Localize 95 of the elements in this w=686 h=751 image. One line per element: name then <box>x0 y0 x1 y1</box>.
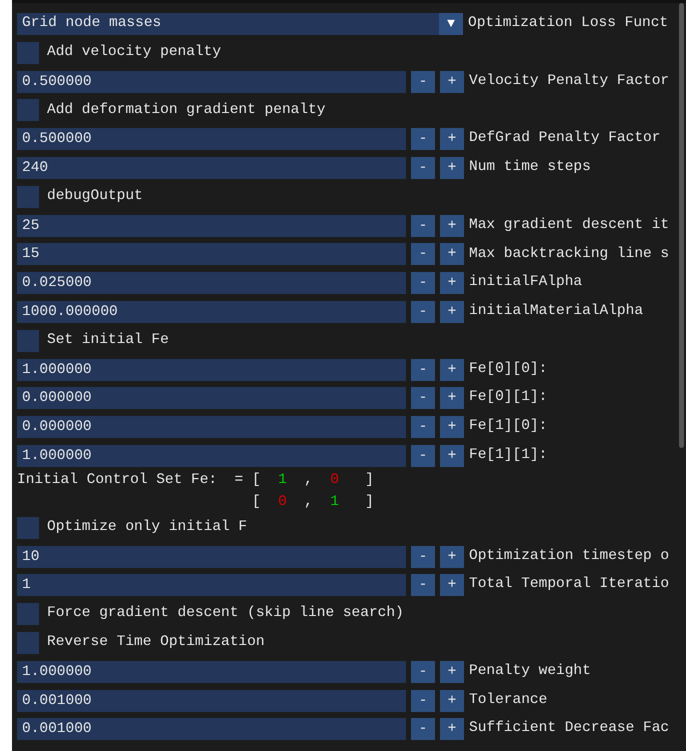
matrix-value: 1 <box>278 472 287 488</box>
checkbox-label: Add velocity penalty <box>47 42 222 62</box>
checkbox[interactable] <box>17 516 39 539</box>
increment-button[interactable]: + <box>440 546 464 568</box>
bracket: [ <box>252 472 261 488</box>
comma: , <box>304 472 313 488</box>
input-field[interactable]: 0.001000 <box>17 690 406 712</box>
checkbox[interactable] <box>17 603 39 626</box>
dropdown-arrow-button[interactable]: ▼ <box>439 13 463 35</box>
field-label: initialMaterialAlpha <box>469 302 644 322</box>
input-field[interactable]: 25 <box>17 214 406 237</box>
field-label: Total Temporal Iteratio <box>469 575 670 594</box>
decrement-button[interactable]: - <box>411 387 435 410</box>
decrement-button[interactable]: - <box>411 243 435 266</box>
increment-button[interactable]: + <box>440 156 464 179</box>
decrement-button[interactable]: - <box>411 718 435 740</box>
increment-button[interactable]: + <box>440 300 464 323</box>
input-field[interactable]: 0.025000 <box>17 272 406 294</box>
field-label: Sufficient Decrease Fac <box>469 719 670 738</box>
increment-button[interactable]: + <box>440 718 464 740</box>
field-label: Fe[0][1]: <box>469 388 548 408</box>
field-label: Optimization timestep o <box>469 546 670 566</box>
input-field[interactable]: 0.500000 <box>17 128 406 150</box>
input-field[interactable]: 1000.000000 <box>17 300 406 323</box>
decrement-button[interactable]: - <box>411 546 435 568</box>
input-field[interactable]: 1.000000 <box>17 358 406 381</box>
checkbox[interactable] <box>17 99 39 122</box>
decrement-button[interactable]: - <box>411 272 435 294</box>
input-field[interactable]: 1 <box>17 574 406 596</box>
matrix-label: Initial Control Set Fe: <box>17 472 218 488</box>
checkbox[interactable] <box>17 632 39 654</box>
dropdown[interactable]: Grid node masses ▼ <box>17 13 463 35</box>
increment-button[interactable]: + <box>440 214 464 237</box>
decrement-button[interactable]: - <box>411 690 435 712</box>
decrement-button[interactable]: - <box>411 156 435 179</box>
field-label: Num time steps <box>469 158 591 178</box>
increment-button[interactable]: + <box>440 272 464 294</box>
decrement-button[interactable]: - <box>411 214 435 237</box>
checkbox-label: debugOutput <box>47 186 143 206</box>
increment-button[interactable]: + <box>440 387 464 410</box>
decrement-button[interactable]: - <box>411 660 435 683</box>
input-field[interactable]: 15 <box>17 243 406 266</box>
field-label: Penalty weight <box>469 662 591 681</box>
decrement-button[interactable]: - <box>411 128 435 150</box>
field-label: initialFAlpha <box>469 273 582 292</box>
input-field[interactable]: 240 <box>17 156 406 179</box>
field-label: Fe[0][0]: <box>469 360 548 379</box>
input-field[interactable]: 0.001000 <box>17 718 406 740</box>
increment-button[interactable]: + <box>440 690 464 712</box>
checkbox[interactable] <box>17 42 39 64</box>
increment-button[interactable]: + <box>440 444 464 467</box>
increment-button[interactable]: + <box>440 358 464 381</box>
field-label: Tolerance <box>469 690 548 710</box>
increment-button[interactable]: + <box>440 243 464 266</box>
matrix-value: 0 <box>330 472 339 488</box>
decrement-button[interactable]: - <box>411 358 435 381</box>
increment-button[interactable]: + <box>440 416 464 438</box>
matrix-value: 0 <box>278 494 287 510</box>
field-label: Fe[1][1]: <box>469 446 548 466</box>
checkbox-label: Set initial Fe <box>47 330 169 350</box>
checkbox-label: Optimize only initial F <box>47 518 248 537</box>
input-field[interactable]: 0.000000 <box>17 387 406 410</box>
input-field[interactable]: 0.500000 <box>17 70 406 93</box>
field-label: Optimization Loss Funct <box>468 14 668 34</box>
field-label: Velocity Penalty Factor <box>469 72 670 91</box>
decrement-button[interactable]: - <box>411 300 435 323</box>
field-label: Fe[1][0]: <box>469 417 548 436</box>
dropdown-value: Grid node masses <box>22 14 162 34</box>
input-field[interactable]: 10 <box>17 546 406 568</box>
comma: , <box>304 494 313 510</box>
decrement-button[interactable]: - <box>411 70 435 93</box>
bracket: [ <box>252 494 261 510</box>
scrollbar[interactable] <box>679 3 684 448</box>
checkbox-label: Add deformation gradient penalty <box>47 100 326 120</box>
checkbox[interactable] <box>17 330 39 352</box>
input-field[interactable]: 1.000000 <box>17 444 406 467</box>
input-field[interactable]: 0.000000 <box>17 416 406 438</box>
equals-sign: = <box>234 472 244 488</box>
bracket: ] <box>365 472 374 488</box>
increment-button[interactable]: + <box>440 128 464 150</box>
decrement-button[interactable]: - <box>411 416 435 438</box>
bracket: ] <box>365 494 374 510</box>
increment-button[interactable]: + <box>440 70 464 93</box>
increment-button[interactable]: + <box>440 574 464 596</box>
input-field[interactable]: 1.000000 <box>17 660 406 683</box>
decrement-button[interactable]: - <box>411 574 435 596</box>
decrement-button[interactable]: - <box>411 444 435 467</box>
field-label: Max gradient descent it <box>469 216 670 235</box>
checkbox-label: Force gradient descent (skip line search) <box>47 604 404 624</box>
field-label: Max backtracking line s <box>469 244 670 264</box>
field-label: DefGrad Penalty Factor <box>469 129 660 148</box>
increment-button[interactable]: + <box>440 660 464 683</box>
checkbox-label: Reverse Time Optimization <box>47 633 265 652</box>
matrix-value: 1 <box>330 494 339 510</box>
checkbox[interactable] <box>17 186 39 208</box>
